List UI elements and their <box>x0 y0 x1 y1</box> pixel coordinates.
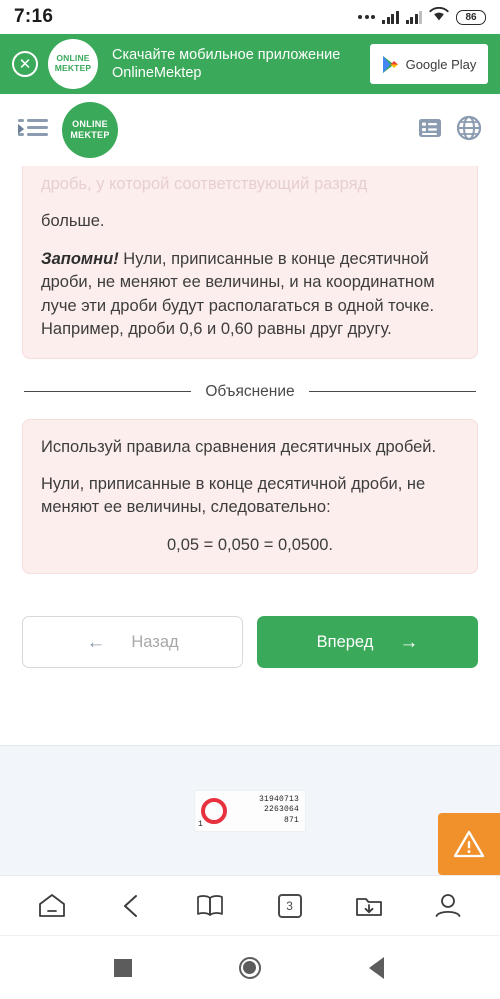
tab-count-icon[interactable]: 3 <box>269 885 311 927</box>
back-arrow-icon: ← <box>86 631 106 653</box>
browser-toolbar: 3 <box>0 875 500 935</box>
phone-screen: 7:16 86 ✕ ONLINE MEKTEP Скачайте мобильн… <box>0 0 500 999</box>
recents-square-icon[interactable] <box>95 948 151 988</box>
divider-line-right <box>308 391 476 393</box>
status-indicators: 86 <box>358 6 486 27</box>
android-system-bar <box>0 935 500 999</box>
lesson-content[interactable]: дробь, у которой соответствующий разряд … <box>0 166 500 745</box>
divider-label: Объяснение <box>205 382 295 400</box>
format-indent-icon[interactable] <box>18 118 48 142</box>
ad-number-line-1: 31940713 <box>258 794 299 804</box>
warning-triangle-icon <box>453 830 485 858</box>
promo-text: Скачайте мобильное приложение OnlineMekt… <box>112 46 341 81</box>
explanation-paragraph-1: Используй правила сравнения десятичных д… <box>41 437 437 456</box>
explanation-equation: 0,05 = 0,050 = 0,0500. <box>166 535 334 554</box>
explanation-paragraph-2: Нули, приписанные в конце десятичной дро… <box>41 474 426 517</box>
profile-icon[interactable] <box>427 885 469 927</box>
promo-banner: ✕ ONLINE MEKTEP Скачайте мобильное прило… <box>0 34 500 94</box>
app-navigation-bar: ONLINE MEKTEP <box>0 94 500 166</box>
downloads-folder-icon[interactable] <box>348 885 390 927</box>
signal-bars-icon-2 <box>405 10 422 24</box>
signal-bars-icon-1 <box>382 10 399 24</box>
list-view-icon[interactable] <box>418 116 442 145</box>
explanation-divider: Объяснение <box>24 383 476 401</box>
globe-icon[interactable] <box>456 115 482 146</box>
close-icon[interactable]: ✕ <box>12 51 38 77</box>
ad-zone[interactable]: 31940713 2263064 871 1 <box>0 745 500 875</box>
remember-label: Запомни! <box>41 249 119 268</box>
onlinemektep-logo: ONLINE MEKTEP <box>48 39 98 89</box>
google-play-icon <box>382 55 398 73</box>
ad-banner[interactable]: 31940713 2263064 871 1 <box>194 789 306 832</box>
home-circle-icon[interactable] <box>222 948 278 988</box>
ad-number-line-3: 871 <box>283 815 299 825</box>
nav-logo-line-2: MEKTEP <box>70 130 110 140</box>
ad-numbers: 31940713 2263064 871 <box>233 795 299 827</box>
forward-button-label: Вперед <box>316 632 374 651</box>
google-play-label: Google Play <box>405 56 477 72</box>
divider-line-left <box>24 391 192 393</box>
status-time: 7:16 <box>14 6 54 27</box>
battery-icon: 86 <box>456 9 486 25</box>
wifi-icon <box>429 6 449 27</box>
status-bar: 7:16 86 <box>0 0 500 34</box>
back-button[interactable]: ← Назад <box>22 616 243 669</box>
onlinemektep-nav-logo[interactable]: ONLINE MEKTEP <box>62 102 118 158</box>
back-triangle-icon[interactable] <box>349 948 405 988</box>
rule-visible-line: больше. <box>41 212 105 231</box>
home-icon[interactable] <box>31 885 73 927</box>
ad-corner-digit: 1 <box>198 819 203 829</box>
forward-button[interactable]: Вперед → <box>257 616 478 669</box>
bookmarks-book-icon[interactable] <box>189 885 231 927</box>
lesson-navigation: ← Назад Вперед → <box>22 616 478 669</box>
rule-clipped-line: дробь, у которой соответствующий разряд <box>41 175 368 193</box>
ad-number-line-2: 2263064 <box>263 805 299 815</box>
google-play-button[interactable]: Google Play <box>370 44 488 84</box>
rule-card: дробь, у которой соответствующий разряд … <box>22 166 478 359</box>
more-dots-icon <box>358 15 375 19</box>
logo-line-2: MEKTEP <box>54 63 92 73</box>
back-chevron-icon[interactable] <box>110 885 152 927</box>
back-button-label: Назад <box>131 632 179 651</box>
explanation-card: Используй правила сравнения десятичных д… <box>22 418 478 575</box>
tab-count-label: 3 <box>277 893 302 918</box>
forward-arrow-icon: → <box>399 631 419 653</box>
remember-paragraph: Запомни! Нули, приписанные в конце десят… <box>41 248 459 342</box>
nav-logo-line-1: ONLINE <box>72 119 108 130</box>
ad-ring-icon <box>201 797 227 824</box>
warning-button[interactable] <box>438 813 500 875</box>
